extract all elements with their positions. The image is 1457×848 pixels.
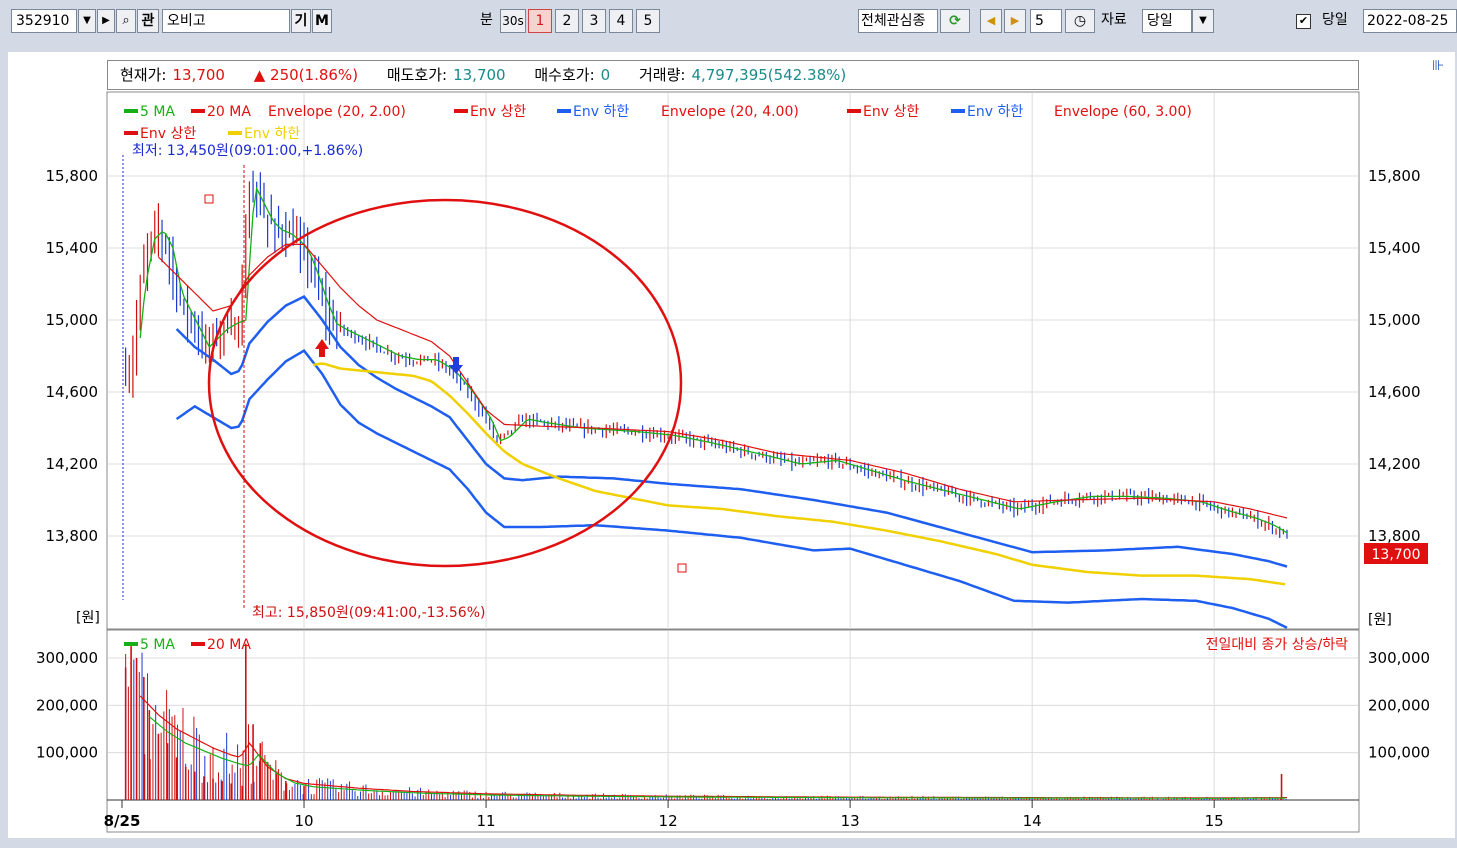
price-tick-label-right: 15,400 [1368,239,1421,257]
legend-env1-up-swatch [454,109,468,113]
price-unit-left: [원] [76,610,100,626]
legend-env2-up: Env 상한 [863,104,919,120]
status-strip [0,838,1457,848]
volume-tick-label-left: 200,000 [36,696,98,714]
price-unit-right: [원] [1368,612,1392,628]
legend-env2-dn: Env 하한 [967,104,1023,120]
price-plot-frame [106,91,1360,630]
x-tick-label: 10 [294,812,313,830]
vol-legend-ma5-swatch [124,642,138,646]
price-tick-label-right: 13,800 [1368,527,1421,545]
env-60-3-lower-line [312,362,1286,586]
legend-ma20: 20 MA [207,104,251,120]
vol-legend-ma20: 20 MA [207,637,251,653]
x-tick-label: 13 [841,812,860,830]
legend-env2: Envelope (20, 4.00) [661,104,799,120]
price-tick-label-right: 15,800 [1368,167,1421,185]
price-bars [125,170,1288,539]
last-price-tag-text: 13,700 [1372,547,1421,563]
volume-tick-label-right: 300,000 [1368,649,1430,667]
legend-env1-dn: Env 하한 [573,104,629,120]
volume-tick-label-right: 100,000 [1368,744,1430,762]
legend-env1-dn-swatch [557,109,571,113]
price-tick-label-right: 14,600 [1368,383,1421,401]
legend-env3: Envelope (60, 3.00) [1054,104,1192,120]
x-tick-label: 12 [659,812,678,830]
volume-tick-label-right: 200,000 [1368,696,1430,714]
volume-tick-label-left: 300,000 [36,649,98,667]
x-tick-label: 8/25 [104,812,141,830]
marker-square [677,563,687,573]
legend-env2-dn-swatch [951,109,965,113]
grid-lines [107,93,1359,808]
vol-legend-ma20-swatch [191,642,205,646]
price-tick-label-left: 15,800 [46,167,99,185]
sell-signal-down-arrow [449,357,463,374]
price-tick-label-left: 14,600 [46,383,99,401]
buy-signal-up-arrow [315,339,329,357]
price-tick-label-left: 15,000 [46,311,99,329]
volume-note: 전일대비 종가 상승/하락 [1206,637,1349,653]
price-tick-label-right: 14,200 [1368,455,1421,473]
x-tick-label: 11 [477,812,496,830]
x-tick-label: 15 [1205,812,1224,830]
legend-ma5-swatch [124,109,138,113]
volume-plot-frame [106,629,1360,833]
legend-env2-up-swatch [847,109,861,113]
volume-tick-label-left: 100,000 [36,744,98,762]
legend-env1-up: Env 상한 [470,104,526,120]
legend-env3-dn: Env 하한 [244,126,300,142]
price-tick-label-left: 13,800 [46,527,99,545]
price-tick-label-right: 15,000 [1368,311,1421,329]
price-tick-label-left: 15,400 [46,239,99,257]
x-tick-label: 14 [1023,812,1042,830]
low-annotation: 최저: 13,450원(09:01:00,+1.86%) [132,143,363,159]
price-tick-label-left: 14,200 [46,455,99,473]
indicator-lines [139,186,1288,799]
legend-env3-up: Env 상한 [140,126,196,142]
volume-bars [124,643,1287,800]
vol-legend-ma5: 5 MA [140,637,175,653]
marker-square [204,194,214,204]
legend-env1: Envelope (20, 2.00) [268,104,406,120]
price-volume-chart[interactable]: 8/25 10 11 12 13 14 15 13,800 13,800 14,200 14,20… [0,0,1457,848]
x-axis-labels: 8/25 10 11 12 13 14 15 [104,812,1224,830]
env-20-2-lower-line [175,295,1288,568]
legend-env3-dn-swatch [228,131,242,135]
legend-ma20-swatch [191,109,205,113]
legend-ma5: 5 MA [140,104,175,120]
analysis-circle [207,198,683,568]
high-annotation: 최고: 15,850원(09:41:00,-13.56%) [252,605,485,621]
volume-ma20-line [139,695,1287,799]
legend-env3-up-swatch [124,131,138,135]
